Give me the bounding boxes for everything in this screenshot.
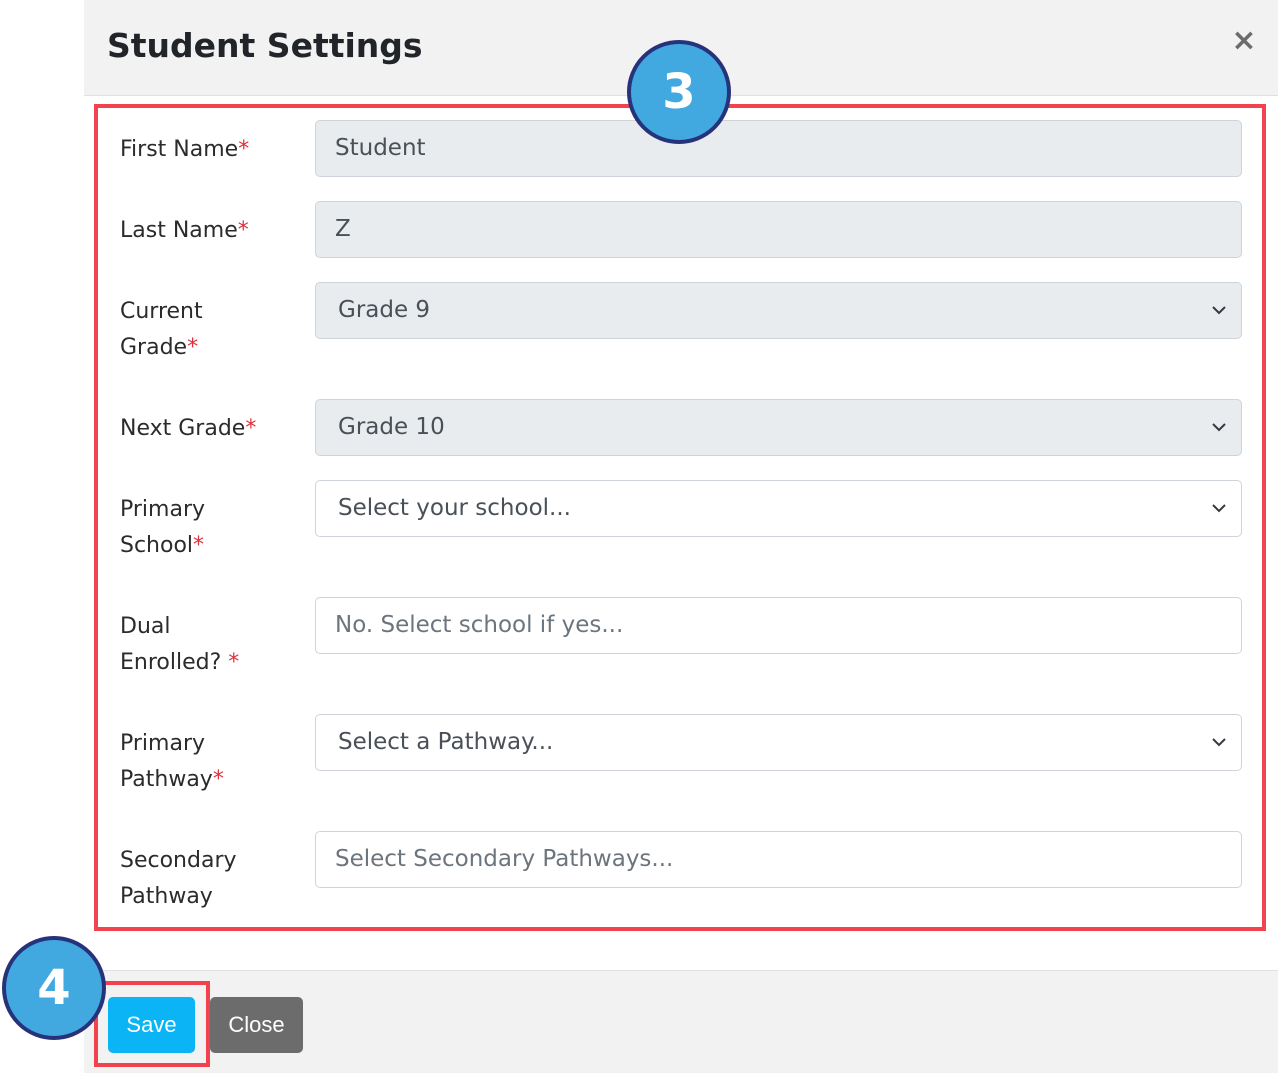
close-button[interactable]: Close	[210, 997, 303, 1053]
step-4-badge: 4	[2, 936, 106, 1040]
step-3-badge: 3	[627, 40, 731, 144]
form-highlight-box	[94, 104, 1266, 931]
save-button[interactable]: Save	[108, 997, 195, 1053]
modal-title: Student Settings	[107, 26, 423, 65]
close-icon[interactable]: ×	[1230, 24, 1258, 58]
